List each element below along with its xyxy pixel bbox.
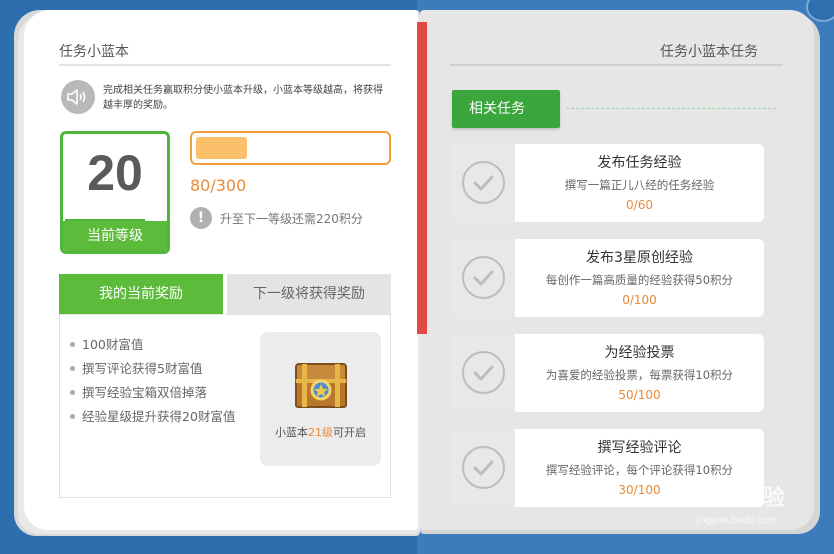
right-page-title: 任务小蓝本任务 xyxy=(660,44,758,60)
task-card[interactable]: 为经验投票 为喜爱的经验投票，每票获得10积分 50/100 xyxy=(451,334,764,412)
chest-unlock-level: 21级 xyxy=(308,426,333,439)
section-tag-divider xyxy=(566,108,776,109)
check-circle-icon xyxy=(462,351,505,394)
points-progress-fill xyxy=(196,137,248,159)
task-check-area xyxy=(451,144,515,222)
task-check-area xyxy=(451,334,515,412)
task-name: 发布3星原创经验 xyxy=(586,250,693,266)
check-circle-icon xyxy=(462,256,505,299)
right-title-divider xyxy=(450,64,783,66)
task-progress: 0/60 xyxy=(626,198,653,212)
points-progress-bar xyxy=(190,131,391,165)
check-circle-icon xyxy=(462,161,505,204)
task-name: 发布任务经验 xyxy=(597,155,682,171)
next-level-tip-text: 升至下一等级还需220积分 xyxy=(220,211,363,226)
task-card[interactable]: 发布任务经验 撰写一篇正儿八经的任务经验 0/60 xyxy=(451,144,764,222)
task-check-area xyxy=(451,429,515,507)
reward-list: 100财富值 撰写评论获得5财富值 撰写经验宝箱双倍掉落 经验星级提升获得20财… xyxy=(70,333,240,429)
points-progress-text: 80/300 xyxy=(190,176,247,195)
exclamation-icon: ! xyxy=(190,207,212,229)
speaker-icon xyxy=(61,80,95,114)
chest-caption: 小蓝本21级可开启 xyxy=(275,426,366,439)
task-progress: 50/100 xyxy=(618,388,661,402)
task-desc: 撰写一篇正儿八经的任务经验 xyxy=(564,178,715,192)
task-name: 撰写经验评论 xyxy=(597,440,682,456)
treasure-chest-icon xyxy=(295,363,347,408)
reward-tabs: 我的当前奖励 下一级将获得奖励 xyxy=(59,274,391,322)
reward-item: 经验星级提升获得20财富值 xyxy=(70,405,240,429)
intro-text: 完成相关任务赢取积分使小蓝本升级，小蓝本等级越高，将获得越丰厚的奖励。 xyxy=(103,85,383,111)
section-tag: 相关任务 xyxy=(452,90,560,128)
watermark-url: jingyan.baidu.com xyxy=(696,515,777,526)
task-progress: 0/100 xyxy=(622,293,657,307)
level-value: 20 xyxy=(87,145,143,201)
task-card[interactable]: 发布3星原创经验 每创作一篇高质量的经验获得50积分 0/100 xyxy=(451,239,764,317)
left-page-title: 任务小蓝本 xyxy=(59,44,129,60)
reward-item: 撰写经验宝箱双倍掉落 xyxy=(70,381,240,405)
reward-item: 撰写评论获得5财富值 xyxy=(70,357,240,381)
reward-panel: 100财富值 撰写评论获得5财富值 撰写经验宝箱双倍掉落 经验星级提升获得20财… xyxy=(59,314,391,498)
tab-next-reward[interactable]: 下一级将获得奖励 xyxy=(227,274,391,314)
check-circle-icon xyxy=(462,446,505,489)
left-title-divider xyxy=(59,64,391,66)
tab-current-reward[interactable]: 我的当前奖励 xyxy=(59,274,223,322)
task-name: 为经验投票 xyxy=(604,345,675,361)
next-level-tip: ! 升至下一等级还需220积分 xyxy=(190,207,363,229)
watermark-logo: Baidu经验 xyxy=(680,485,786,510)
task-check-area xyxy=(451,239,515,317)
reward-item: 100财富值 xyxy=(70,333,240,357)
task-desc: 每创作一篇高质量的经验获得50积分 xyxy=(545,273,734,287)
red-bookmark xyxy=(417,22,427,334)
level-label: 当前等级 xyxy=(63,221,167,251)
task-desc: 为喜爱的经验投票，每票获得10积分 xyxy=(545,368,734,382)
level-card: 20 当前等级 xyxy=(60,131,170,254)
chest-card[interactable]: 小蓝本21级可开启 xyxy=(260,332,381,466)
task-desc: 撰写经验评论，每个评论获得10积分 xyxy=(545,463,734,477)
